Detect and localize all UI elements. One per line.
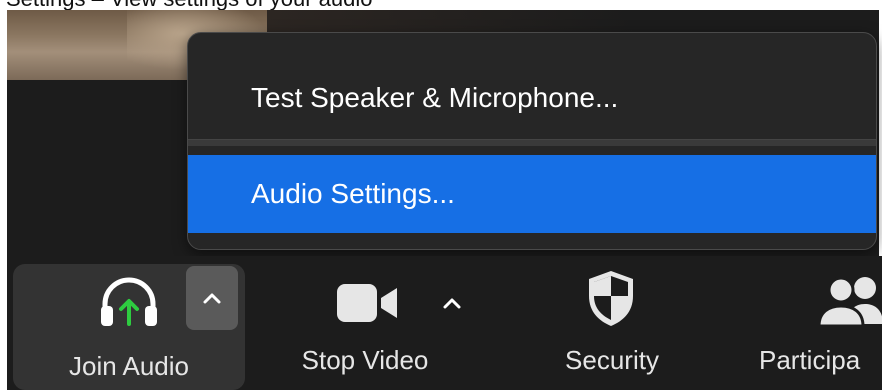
menu-item-test-speaker-microphone[interactable]: Test Speaker & Microphone...: [188, 59, 876, 137]
audio-options-menu: Test Speaker & Microphone... Audio Setti…: [187, 32, 877, 250]
menu-item-label: Audio Settings...: [251, 178, 455, 209]
menu-item-label: Test Speaker & Microphone...: [251, 82, 619, 113]
chevron-up-icon: [203, 293, 221, 304]
audio-options-button[interactable]: [186, 266, 238, 330]
shield-icon: [589, 271, 633, 326]
video-camera-icon: [337, 284, 397, 322]
participants-icon: [817, 276, 882, 328]
video-options-button[interactable]: [437, 288, 467, 318]
stop-video-label: Stop Video: [301, 345, 429, 375]
join-audio-button[interactable]: Join Audio: [13, 264, 245, 390]
menu-divider: [188, 139, 876, 146]
participants-label: Participa: [759, 345, 861, 375]
video-background: [267, 10, 879, 32]
chevron-up-icon: [443, 298, 461, 309]
stop-video-button[interactable]: Stop Video: [265, 256, 465, 390]
join-audio-label: Join Audio: [69, 351, 189, 381]
security-label: Security: [565, 345, 659, 375]
menu-item-audio-settings[interactable]: Audio Settings...: [188, 155, 876, 233]
meeting-toolbar: Join Audio Stop Video Security Participa: [7, 256, 882, 390]
meeting-window: Settings – View settings of your audio T…: [0, 0, 882, 390]
participants-button[interactable]: Participa: [759, 256, 882, 390]
security-button[interactable]: Security: [527, 256, 697, 390]
headphones-icon: [101, 277, 157, 326]
